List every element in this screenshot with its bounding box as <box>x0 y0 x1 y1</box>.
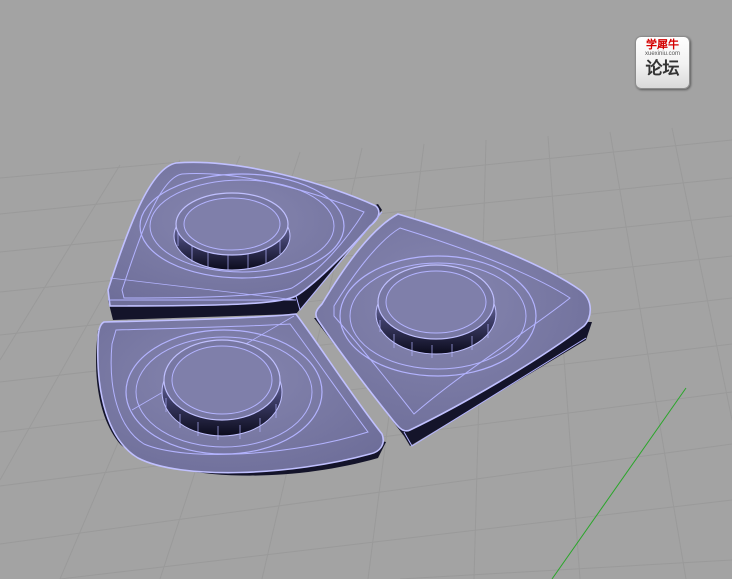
viewport-scene[interactable] <box>0 0 732 579</box>
grid-y-axis <box>551 387 687 579</box>
watermark-domain: xuexiniu.com <box>644 51 680 57</box>
watermark-forum: 论坛 <box>645 59 680 79</box>
watermark-brand: 学犀牛 <box>646 38 679 51</box>
forum-watermark-logo: 学犀牛 xuexiniu.com 论坛 <box>635 36 690 89</box>
perspective-viewport[interactable]: 学犀牛 xuexiniu.com 论坛 <box>0 0 732 579</box>
